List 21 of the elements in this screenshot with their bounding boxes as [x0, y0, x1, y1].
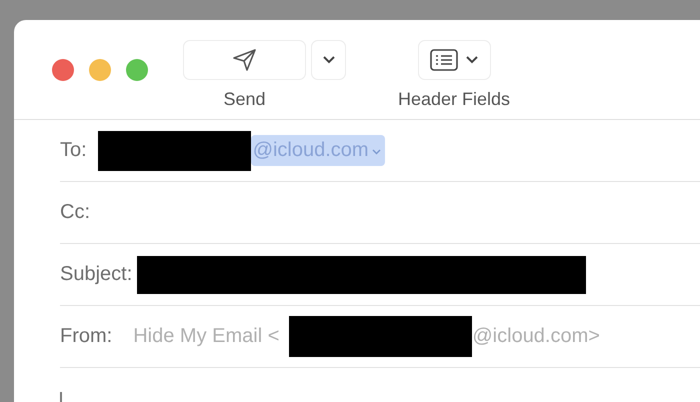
chevron-down-icon	[322, 56, 334, 64]
minimize-button[interactable]	[89, 59, 111, 81]
send-button[interactable]	[183, 40, 306, 80]
field-label: From:	[60, 325, 112, 348]
zoom-button[interactable]	[126, 59, 148, 81]
field-label: To:	[60, 139, 87, 162]
paper-plane-icon	[232, 48, 258, 72]
chevron-down-icon	[466, 56, 478, 64]
field-label: Subject:	[60, 263, 132, 286]
list-card-icon	[430, 49, 458, 71]
field-label: Cc:	[60, 201, 90, 224]
header-fields-button[interactable]	[418, 40, 491, 80]
header-fields-label: Header Fields	[398, 89, 510, 110]
close-button[interactable]	[52, 59, 74, 81]
send-label: Send	[223, 89, 266, 110]
send-options-button[interactable]	[311, 40, 346, 80]
from-value: @icloud.com>	[472, 325, 600, 348]
recipient-token[interactable]: @icloud.com	[250, 135, 385, 166]
text-cursor	[60, 392, 62, 402]
chevron-down-icon	[372, 148, 381, 154]
from-value: Hide My Email <	[133, 325, 280, 348]
